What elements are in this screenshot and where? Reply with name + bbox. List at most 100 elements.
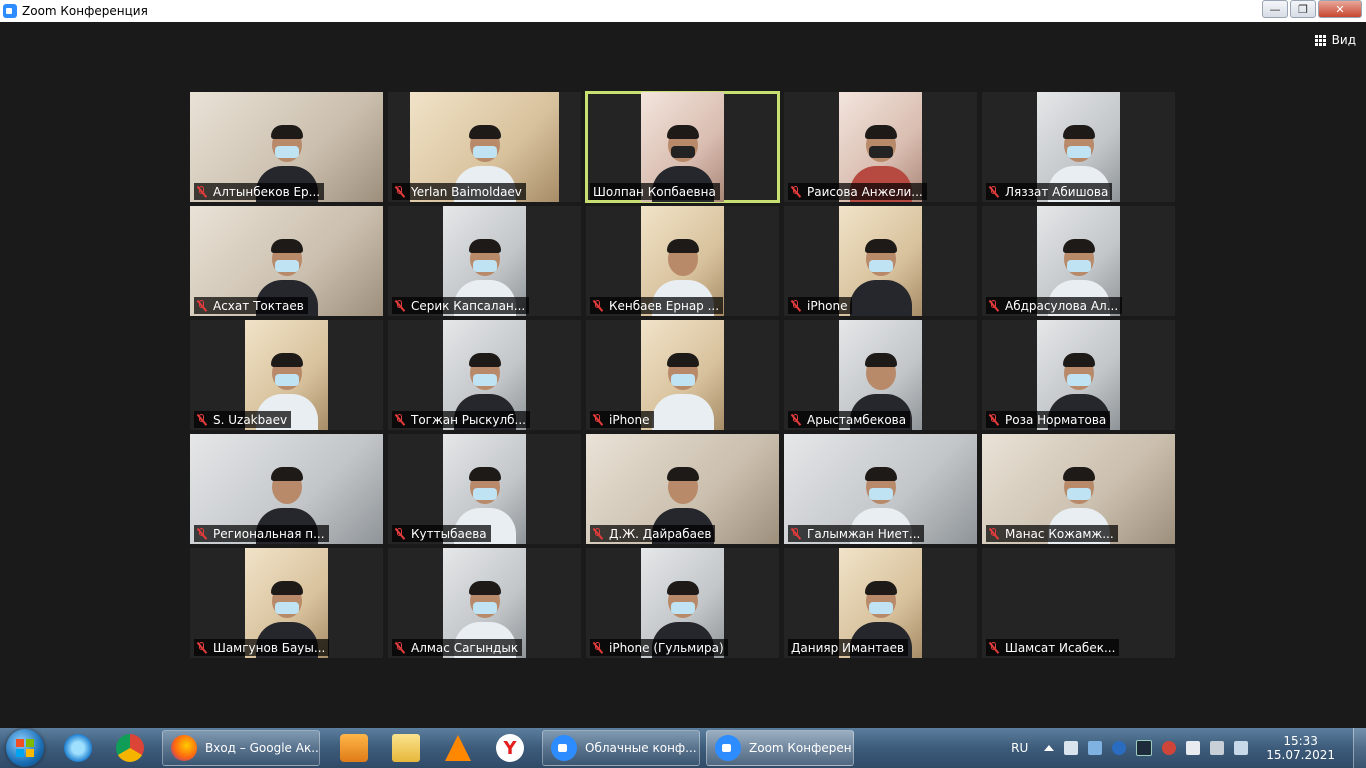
- mic-muted-icon: [395, 413, 405, 426]
- internet-explorer-icon[interactable]: [52, 730, 104, 766]
- show-desktop-button[interactable]: [1353, 728, 1366, 768]
- participant-tile[interactable]: Арыстамбекова: [784, 320, 977, 430]
- participant-name-tag: Алтынбеков Ер...: [194, 183, 325, 200]
- participant-name-tag: Роза Норматова: [986, 411, 1111, 428]
- participant-figure: [849, 236, 912, 316]
- mic-muted-icon: [197, 413, 207, 426]
- participant-name-tag: iPhone (Гульмира): [590, 639, 728, 656]
- participant-tile[interactable]: Раисова Анжели...: [784, 92, 977, 202]
- participant-tile[interactable]: Шолпан Копбаевна: [585, 91, 780, 203]
- participant-name-tag: Д.Ж. Дайрабаев: [590, 525, 716, 542]
- participant-tile[interactable]: Шамгунов Бауы...: [190, 548, 383, 658]
- mic-muted-icon: [395, 185, 405, 198]
- participant-name: Куттыбаева: [411, 526, 487, 541]
- participant-name: Yerlan Baimoldaev: [411, 184, 522, 199]
- participant-name-tag: iPhone: [788, 297, 852, 314]
- participant-tile[interactable]: iPhone (Гульмира): [586, 548, 779, 658]
- participant-tile[interactable]: Yerlan Baimoldaev: [388, 92, 581, 202]
- participant-tile[interactable]: S. Uzakbaev: [190, 320, 383, 430]
- task-label: Облачные конф...: [585, 741, 697, 755]
- vlc-icon[interactable]: [432, 730, 484, 766]
- participant-tile[interactable]: iPhone: [784, 206, 977, 316]
- mic-muted-icon: [989, 641, 999, 654]
- participant-name-tag: Арыстамбекова: [788, 411, 911, 428]
- participant-name-tag: Абдрасулова Ал...: [986, 297, 1123, 314]
- participant-figure: [651, 350, 714, 430]
- mic-muted-icon: [989, 527, 999, 540]
- taskbar-task-firefox[interactable]: Вход – Google Ак...: [162, 730, 320, 766]
- bluetooth-icon[interactable]: [1112, 741, 1127, 755]
- participant-name: Кенбаев Ернар ...: [609, 298, 720, 313]
- system-tray: RU 15:33 15.07.2021: [1011, 728, 1366, 768]
- participant-name-tag: iPhone: [590, 411, 654, 428]
- participant-name-tag: Серик Капсалан...: [392, 297, 530, 314]
- participant-tile[interactable]: Роза Норматова: [982, 320, 1175, 430]
- participant-tile[interactable]: Данияр Имантаев: [784, 548, 977, 658]
- participant-tile[interactable]: Д.Ж. Дайрабаев: [586, 434, 779, 544]
- media-player-icon[interactable]: [328, 730, 380, 766]
- mic-muted-icon: [791, 185, 801, 198]
- start-button[interactable]: [6, 729, 44, 767]
- participant-name: Шамгунов Бауы...: [213, 640, 326, 655]
- participant-name-tag: Региональная п...: [194, 525, 329, 542]
- participant-tile[interactable]: Абдрасулова Ал...: [982, 206, 1175, 316]
- clock-date: 15.07.2021: [1266, 748, 1335, 762]
- chrome-icon[interactable]: [104, 730, 156, 766]
- mic-muted-icon: [395, 641, 405, 654]
- mic-muted-icon: [593, 413, 603, 426]
- view-button[interactable]: Вид: [1314, 33, 1356, 47]
- participant-name: iPhone (Гульмира): [609, 640, 724, 655]
- restore-button[interactable]: ❐: [1290, 0, 1316, 18]
- taskbar-task-zoom-cloud[interactable]: Облачные конф...: [542, 730, 700, 766]
- participant-name: Шолпан Копбаевна: [593, 184, 716, 199]
- display-icon[interactable]: [1136, 740, 1153, 756]
- participant-tile[interactable]: iPhone: [586, 320, 779, 430]
- window-controls: — ❐ ✕: [1260, 0, 1362, 18]
- participant-name: Серик Капсалан...: [411, 298, 526, 313]
- taskbar-task-zoom-meeting[interactable]: Zoom Конферен...: [706, 730, 854, 766]
- close-button[interactable]: ✕: [1318, 0, 1362, 18]
- participant-name: Региональная п...: [213, 526, 325, 541]
- participant-tile[interactable]: Региональная п...: [190, 434, 383, 544]
- mic-muted-icon: [197, 641, 207, 654]
- participant-name-tag: Тогжан Рыскулб...: [392, 411, 530, 428]
- antivirus-icon[interactable]: [1162, 741, 1177, 755]
- tray-expand-icon[interactable]: [1044, 745, 1055, 751]
- mic-muted-icon: [197, 527, 207, 540]
- participant-tile[interactable]: Ляззат Абишова: [982, 92, 1175, 202]
- participant-tile[interactable]: Галымжан Ниет...: [784, 434, 977, 544]
- yandex-icon[interactable]: Y: [484, 730, 536, 766]
- participant-name: Тогжан Рыскулб...: [411, 412, 526, 427]
- minimize-button[interactable]: —: [1262, 0, 1288, 18]
- participant-name: Асхат Токтаев: [213, 298, 304, 313]
- participant-tile[interactable]: Алтынбеков Ер...: [190, 92, 383, 202]
- power-icon[interactable]: [1234, 741, 1249, 755]
- participant-tile[interactable]: Манас Кожамж...: [982, 434, 1175, 544]
- mic-muted-icon: [197, 299, 207, 312]
- participant-tile[interactable]: Тогжан Рыскулб...: [388, 320, 581, 430]
- usb-device-icon[interactable]: [1210, 741, 1225, 755]
- clock[interactable]: 15:33 15.07.2021: [1266, 734, 1335, 762]
- participant-name: Д.Ж. Дайрабаев: [609, 526, 712, 541]
- participant-name: Алтынбеков Ер...: [213, 184, 321, 199]
- zoom-icon: [551, 735, 577, 761]
- task-label: Zoom Конферен...: [749, 741, 854, 755]
- window-title: Zoom Конференция: [22, 4, 148, 18]
- file-explorer-icon[interactable]: [380, 730, 432, 766]
- participant-name: iPhone: [807, 298, 848, 313]
- participant-name: Ляззат Абишова: [1005, 184, 1109, 199]
- participant-name-tag: Раисова Анжели...: [788, 183, 927, 200]
- mic-muted-icon: [791, 299, 801, 312]
- participant-tile[interactable]: Алмас Сагындык: [388, 548, 581, 658]
- participant-tile[interactable]: Шамсат Исабек...: [982, 548, 1175, 658]
- participant-tile[interactable]: Кенбаев Ернар ...: [586, 206, 779, 316]
- participant-tile[interactable]: Серик Капсалан...: [388, 206, 581, 316]
- participant-name-tag: Шамгунов Бауы...: [194, 639, 330, 656]
- participant-tile[interactable]: Куттыбаева: [388, 434, 581, 544]
- participant-name: Алмас Сагындык: [411, 640, 519, 655]
- language-indicator[interactable]: RU: [1011, 741, 1028, 755]
- participant-tile[interactable]: Асхат Токтаев: [190, 206, 383, 316]
- action-center-icon[interactable]: [1186, 741, 1201, 755]
- volume-icon[interactable]: [1064, 741, 1079, 755]
- network-icon[interactable]: [1088, 741, 1103, 755]
